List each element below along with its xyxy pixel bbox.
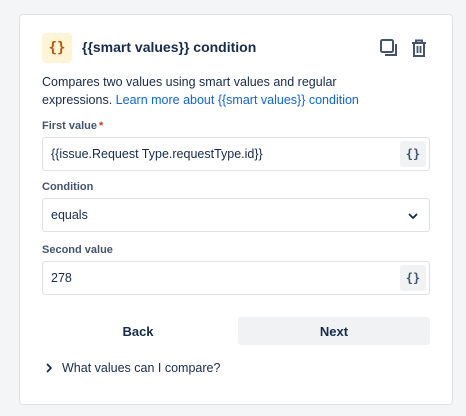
required-marker: * [99,120,104,132]
expander-label: What values can I compare? [62,361,221,375]
chevron-right-icon [46,363,52,373]
first-value-input[interactable]: {{issue.Request Type.requestType.id}} {} [42,137,430,171]
second-value-smart-values-button[interactable]: {} [400,265,426,291]
condition-selected-value: equals [51,208,88,222]
first-value-text: {{issue.Request Type.requestType.id}} [51,147,263,161]
condition-select[interactable]: equals [42,198,430,232]
smart-values-badge-icon: {} [42,33,72,63]
card-header: {} {{smart values}} condition [42,33,432,63]
back-button[interactable]: Back [42,317,234,345]
second-value-label: Second value [42,244,113,256]
card-title: {{smart values}} condition [82,39,257,55]
smart-values-condition-card: {} {{smart values}} condition Compares t… [19,14,453,405]
chevron-down-icon [408,213,418,219]
compare-values-expander[interactable]: What values can I compare? [44,359,220,377]
condition-label: Condition [42,181,94,193]
delete-button[interactable] [406,35,432,61]
copy-button[interactable] [376,35,402,61]
next-button[interactable]: Next [238,317,430,345]
first-value-label: First value * [42,120,103,132]
first-value-smart-values-button[interactable]: {} [400,141,426,167]
first-value-label-text: First value [42,120,98,132]
trash-icon [412,39,426,57]
second-value-text: 278 [51,271,72,285]
card-description: Compares two values using smart values a… [42,73,402,109]
second-value-input[interactable]: 278 {} [42,261,430,295]
learn-more-link[interactable]: Learn more about {{smart values}} condit… [116,93,359,107]
copy-icon [380,39,397,56]
